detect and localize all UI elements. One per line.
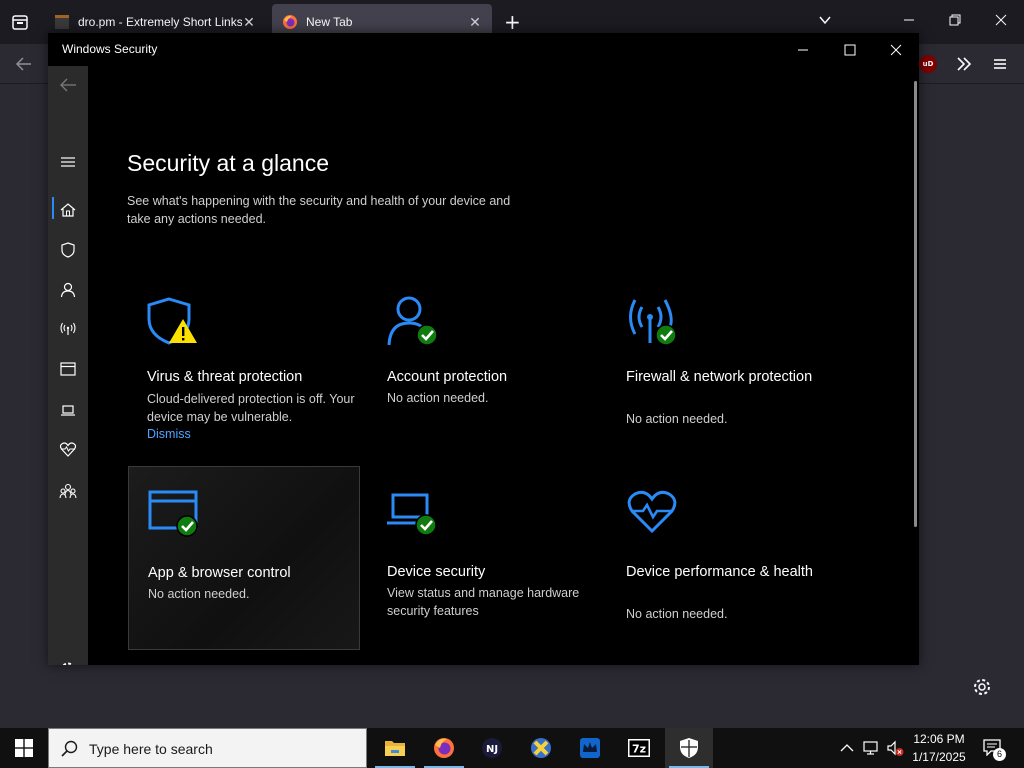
firefox-icon [434,738,454,758]
crown-app-icon [580,738,600,758]
window-minimize-icon[interactable] [794,41,812,59]
volume-muted-icon[interactable] [886,739,904,757]
tile-account-protection[interactable]: Account protection No action needed. [368,271,600,455]
shield-icon[interactable] [58,240,78,260]
back-arrow-icon[interactable] [58,75,78,95]
tab-title: dro.pm - Extremely Short Links [78,15,242,29]
taskbar-7zip[interactable]: 7z [615,728,663,768]
clock-date: 1/17/2025 [912,750,966,764]
taskbar-search-box[interactable]: Type here to search [48,728,367,768]
taskbar-windows-security[interactable] [665,728,713,768]
network-icon[interactable] [862,739,880,757]
tile-device-security[interactable]: Device security View status and manage h… [368,466,600,650]
window-close-icon[interactable] [887,41,905,59]
chevron-down-icon[interactable] [817,12,833,28]
laptop-icon[interactable] [58,400,78,420]
search-placeholder: Type here to search [89,741,213,757]
chevron-double-right-icon[interactable] [954,54,974,74]
ublock-origin-icon[interactable]: uD [919,55,937,73]
hamburger-icon[interactable] [58,152,78,172]
taskbar-nj-app[interactable]: NJ [468,728,516,768]
taskbar-x-app[interactable] [517,728,565,768]
taskbar-file-explorer[interactable] [371,728,419,768]
tile-description: View status and manage hardware security… [387,586,580,618]
window-title-bar[interactable]: Windows Security [48,33,919,66]
heart-pulse-icon[interactable] [58,439,78,459]
browser-window-check-icon [148,490,198,537]
tile-title: Firewall & network protection [626,369,813,385]
close-tab-icon[interactable]: ✕ [468,15,482,29]
settings-gear-icon[interactable] [58,660,78,665]
search-icon [61,740,78,757]
window-maximize-icon[interactable] [841,41,859,59]
browser-window-icon[interactable] [58,359,78,379]
7zip-label: 7z [632,743,646,756]
person-icon[interactable] [58,280,78,300]
nj-app-label: NJ [486,744,498,755]
tile-device-performance-health[interactable]: Device performance & health No action ne… [607,466,839,650]
7zip-icon: 7z [628,739,650,757]
clock-time: 12:06 PM [913,732,965,746]
x-app-icon [531,738,551,758]
tile-virus-threat-protection[interactable]: Virus & threat protection Cloud-delivere… [128,271,360,455]
windows-security-icon [680,738,698,758]
browser-restore-icon[interactable] [945,10,965,30]
window-title: Windows Security [62,42,158,56]
family-icon[interactable] [58,481,78,501]
tile-title: Device performance & health [626,564,813,580]
tile-firewall-network-protection[interactable]: Firewall & network protection No action … [607,271,839,455]
nj-app-icon: NJ [482,738,502,758]
browser-back-icon[interactable] [14,54,34,74]
firefox-favicon-icon [283,15,297,29]
tile-description: Cloud-delivered protection is off. Your … [147,392,355,424]
file-explorer-icon [385,741,405,756]
person-check-icon [387,296,438,346]
browser-minimize-icon[interactable] [899,10,919,30]
tile-description: No action needed. [387,391,489,405]
main-content: Security at a glance See what's happenin… [88,66,919,665]
notification-count-badge: 6 [993,748,1006,761]
laptop-check-icon [387,493,437,536]
tab-title: New Tab [306,15,353,29]
tile-app-browser-control[interactable]: App & browser control No action needed. [128,466,360,650]
sidebar-selection-indicator [52,197,54,219]
heart-pulse-icon [627,490,677,534]
dropm-favicon-icon [55,15,69,29]
chevron-up-icon[interactable] [838,739,856,757]
tile-title: Account protection [387,369,508,385]
dismiss-link[interactable]: Dismiss [147,427,191,441]
home-icon[interactable] [58,200,78,220]
tile-title: Device security [387,564,486,580]
taskbar-crown-app[interactable] [566,728,614,768]
notification-center-button[interactable]: 6 [982,738,1006,761]
sidebar-rail [48,66,88,665]
taskbar-clock[interactable]: 12:06 PM 1/17/2025 [904,730,974,766]
windows-security-window: Windows Security Security at a glance Se… [48,33,919,665]
browser-close-icon[interactable] [991,10,1011,30]
taskbar: Type here to search NJ 7z 12:06 PM 1/17/… [0,728,1024,768]
tile-title: Virus & threat protection [147,369,303,385]
tile-description: No action needed. [626,607,728,621]
page-subtitle: See what's happening with the security a… [127,194,511,226]
shield-warning-icon [147,297,197,345]
new-tab-button[interactable]: + [504,12,521,32]
page-settings-gear-icon[interactable] [972,677,992,697]
antenna-check-icon [629,299,677,346]
taskbar-firefox[interactable] [420,728,468,768]
windows-start-icon[interactable] [15,739,33,757]
hamburger-menu-icon[interactable] [990,54,1010,74]
tile-title: App & browser control [148,565,291,581]
antenna-icon[interactable] [58,319,78,339]
page-title: Security at a glance [127,150,330,176]
content-scrollbar[interactable] [914,81,917,527]
close-tab-icon[interactable]: ✕ [242,15,256,29]
tile-description: No action needed. [148,587,250,601]
tab-list-icon[interactable] [10,12,30,32]
tile-description: No action needed. [626,412,728,426]
